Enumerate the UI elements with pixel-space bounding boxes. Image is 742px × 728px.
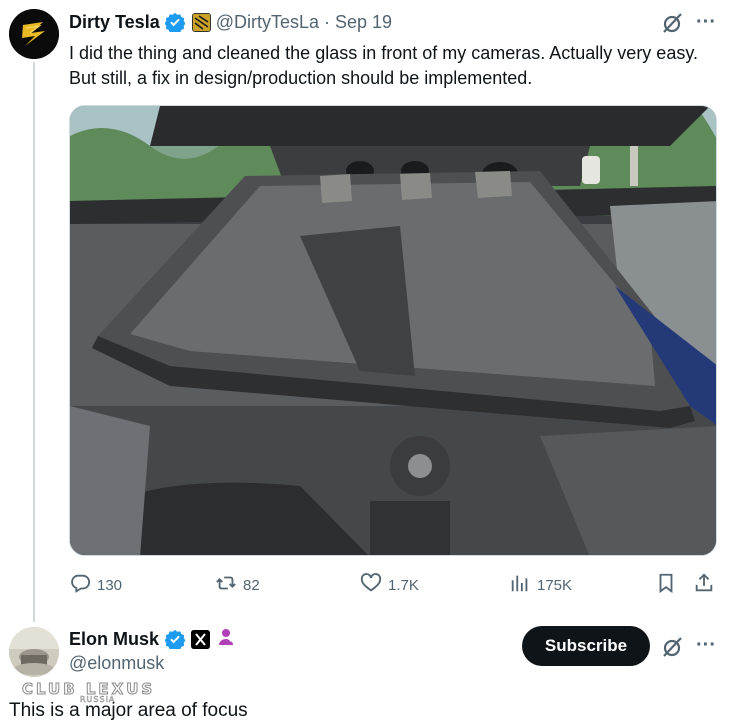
subscribe-button[interactable]: Subscribe xyxy=(522,626,650,666)
like-button[interactable]: 1.7K xyxy=(360,570,419,600)
tweet-date[interactable]: Sep 19 xyxy=(335,12,392,33)
more-icon[interactable]: ··· xyxy=(693,632,719,658)
reply-author-name[interactable]: Elon Musk xyxy=(69,629,159,650)
reply-author-handle[interactable]: @elonmusk xyxy=(69,653,164,674)
grok-icon[interactable] xyxy=(660,10,686,36)
reply-header: Elon Musk xyxy=(69,627,236,651)
bookmark-icon xyxy=(655,572,677,598)
avatar-dirty-tesla[interactable] xyxy=(9,9,59,59)
reply-count: 130 xyxy=(97,576,123,594)
avatar-elon-musk[interactable] xyxy=(9,627,59,677)
tweet-text: I did the thing and cleaned the glass in… xyxy=(69,43,698,88)
views-button[interactable]: 175K xyxy=(509,570,572,600)
tweet-header: Dirty Tesla @DirtyTesLa · Sep 19 xyxy=(69,10,392,34)
like-icon xyxy=(360,572,382,598)
verified-badge-icon[interactable] xyxy=(164,12,186,34)
repost-icon xyxy=(215,572,237,598)
reply-icon xyxy=(69,572,91,598)
bookmark-button[interactable] xyxy=(655,570,677,600)
like-count: 1.7K xyxy=(388,576,419,594)
grok-icon[interactable] xyxy=(660,634,686,660)
thread-line xyxy=(33,62,35,622)
verified-badge-icon[interactable] xyxy=(164,629,186,651)
share-icon xyxy=(693,572,715,598)
author-handle[interactable]: @DirtyTesLa xyxy=(216,12,319,33)
tweet-actions: 130 82 1.7K 175K xyxy=(69,570,719,600)
views-count: 175K xyxy=(537,576,573,594)
separator-dot: · xyxy=(324,11,331,32)
repost-count: 82 xyxy=(243,576,260,594)
author-name[interactable]: Dirty Tesla xyxy=(69,12,160,33)
share-button[interactable] xyxy=(693,570,715,600)
reply-text: This is a major area of focus xyxy=(9,700,248,721)
tweet-media-photo[interactable] xyxy=(69,105,717,556)
more-icon[interactable]: ··· xyxy=(693,9,719,35)
views-icon xyxy=(509,572,531,598)
affiliate-badge-icon[interactable] xyxy=(191,12,211,32)
x-badge-icon[interactable] xyxy=(191,629,211,649)
person-badge-icon[interactable] xyxy=(216,627,236,652)
repost-button[interactable]: 82 xyxy=(215,570,260,600)
reply-button[interactable]: 130 xyxy=(69,570,122,600)
